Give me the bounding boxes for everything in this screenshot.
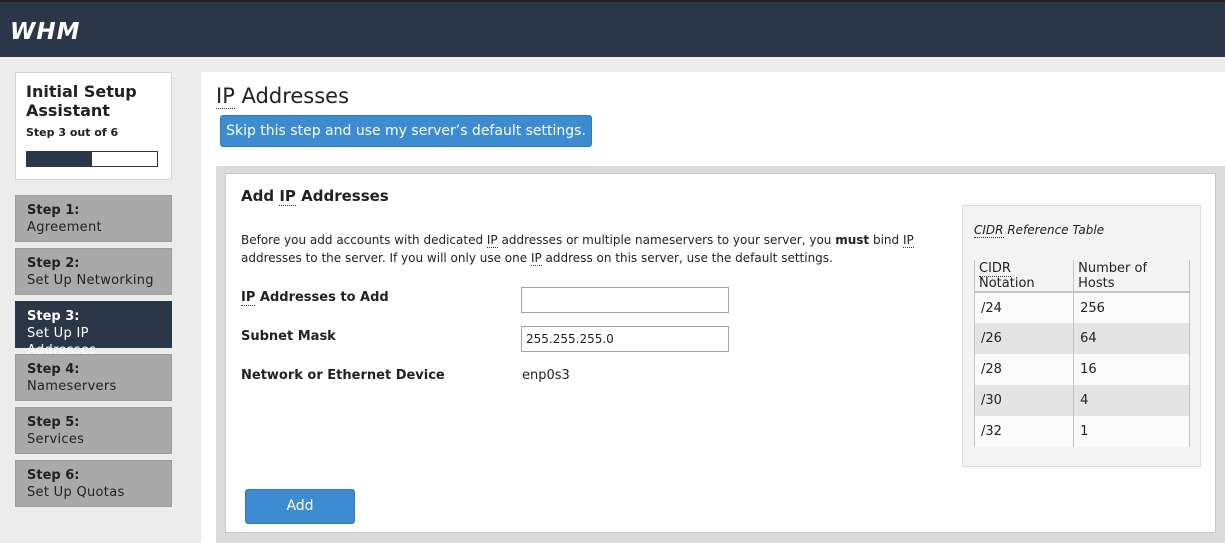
setup-step-count: Step 3 out of 6 [26,126,119,139]
step-name: Set Up Networking [27,273,154,288]
skip-step-button[interactable]: Skip this step and use my server’s defau… [220,115,592,147]
step-name: Set Up Quotas [27,485,125,500]
ip-addresses-label: IP Addresses to Add [241,290,389,306]
setup-progress-box: Initial Setup Assistant Step 3 out of 6 [15,72,172,180]
main-content: IP Addresses Skip this step and use my s… [201,72,1225,543]
cidr-caption: CIDR Reference Table [974,223,1105,238]
whm-logo[interactable]: WHM [10,19,81,45]
table-row: /26 64 [973,323,1190,354]
subnet-mask-input[interactable] [521,326,729,352]
cidr-hosts-cell: 64 [1073,323,1190,354]
cidr-hosts-header: Number of Hosts [1073,260,1190,293]
network-device-label: Network or Ethernet Device [241,368,445,383]
table-row: /28 16 [973,354,1190,385]
ip-abbr: IP [216,84,235,109]
step-name: Services [27,432,85,447]
table-row: /24 256 [973,292,1190,323]
subnet-mask-label: Subnet Mask [241,329,336,344]
top-bar: WHM [0,0,1225,57]
setup-progress-bar [26,151,158,167]
cidr-table-header: CIDR Notation Number of Hosts [973,260,1190,293]
cidr-hosts-cell: 256 [1073,292,1190,323]
cidr-notation-cell: /32 [973,416,1074,447]
step-number: Step 2: [27,256,80,271]
step-number: Step 1: [27,203,80,218]
ip-addresses-input[interactable] [521,287,729,313]
table-row: /30 4 [973,385,1190,416]
sidebar-step-1[interactable]: Step 1: Agreement [15,195,172,242]
panel-frame: Add IP Addresses Before you add accounts… [216,166,1225,543]
sidebar-step-5[interactable]: Step 5: Services [15,407,172,454]
cidr-notation-cell: /26 [973,323,1074,354]
sidebar-step-6[interactable]: Step 6: Set Up Quotas [15,460,172,507]
step-number: Step 3: [27,309,80,324]
cidr-hosts-cell: 1 [1073,416,1190,447]
setup-progress-fill [27,152,92,166]
step-number: Step 4: [27,362,80,377]
page-title: IP Addresses [216,84,350,109]
cidr-reference-box: CIDR Reference Table CIDR Notation Numbe… [962,205,1201,467]
cidr-hosts-cell: 16 [1073,354,1190,385]
table-row: /32 1 [973,416,1190,447]
step-number: Step 5: [27,415,80,430]
step-name: Nameservers [27,379,117,394]
step-name: Agreement [27,220,102,235]
setup-sidebar: Initial Setup Assistant Step 3 out of 6 … [15,72,172,507]
cidr-notation-cell: /30 [973,385,1074,416]
step-number: Step 6: [27,468,80,483]
add-ip-panel: Add IP Addresses Before you add accounts… [225,173,1216,533]
sidebar-step-4[interactable]: Step 4: Nameservers [15,354,172,401]
cidr-notation-cell: /28 [973,354,1074,385]
cidr-notation-header: CIDR Notation [973,260,1074,293]
cidr-notation-cell: /24 [973,292,1074,323]
sidebar-step-3[interactable]: Step 3: Set Up IP Addresses [15,301,172,358]
add-button[interactable]: Add [245,489,355,524]
cidr-hosts-cell: 4 [1073,385,1190,416]
sidebar-step-2[interactable]: Step 2: Set Up Networking [15,248,172,295]
panel-description: Before you add accounts with dedicated I… [241,233,914,266]
panel-title: Add IP Addresses [241,187,389,206]
cidr-table: CIDR Notation Number of Hosts /24 256/26 6… [973,260,1190,447]
network-device-value: enp0s3 [522,368,570,383]
setup-title: Initial Setup Assistant [26,82,137,120]
